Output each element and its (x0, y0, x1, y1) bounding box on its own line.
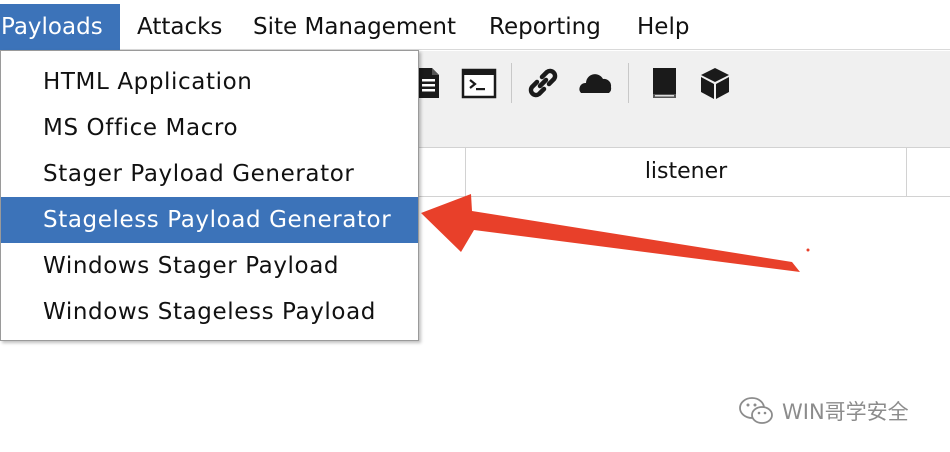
menu-item-html-application[interactable]: HTML Application (1, 59, 418, 105)
menu-site-management[interactable]: Site Management (252, 4, 456, 50)
watermark-text: WIN哥学安全 (782, 400, 909, 424)
cloud-icon[interactable] (578, 65, 614, 101)
cube-icon[interactable] (697, 65, 733, 101)
toolbar-separator (628, 63, 629, 103)
payloads-dropdown-menu: HTML Application MS Office Macro Stager … (0, 50, 419, 341)
menu-item-windows-stageless-payload[interactable]: Windows Stageless Payload (1, 289, 418, 335)
book-icon[interactable] (646, 65, 682, 101)
menu-help[interactable]: Help (636, 4, 689, 50)
menu-payloads[interactable]: Payloads (0, 4, 120, 50)
column-header-listener[interactable]: listener (466, 148, 906, 196)
menu-item-ms-office-macro[interactable]: MS Office Macro (1, 105, 418, 151)
menu-reporting[interactable]: Reporting (488, 4, 601, 50)
column-divider[interactable] (906, 148, 907, 196)
link-icon[interactable] (525, 65, 561, 101)
menu-item-windows-stager-payload[interactable]: Windows Stager Payload (1, 243, 418, 289)
wechat-icon (739, 397, 773, 424)
menu-bar: Payloads Attacks Site Management Reporti… (0, 0, 950, 50)
menu-item-stager-payload-generator[interactable]: Stager Payload Generator (1, 151, 418, 197)
toolbar-separator (511, 63, 512, 103)
terminal-icon[interactable] (461, 65, 497, 101)
watermark: WIN哥学安全 (738, 393, 909, 429)
app-window: Payloads Attacks Site Management Reporti… (0, 0, 950, 452)
menu-attacks[interactable]: Attacks (136, 4, 222, 50)
menu-item-stageless-payload-generator[interactable]: Stageless Payload Generator (1, 197, 418, 243)
